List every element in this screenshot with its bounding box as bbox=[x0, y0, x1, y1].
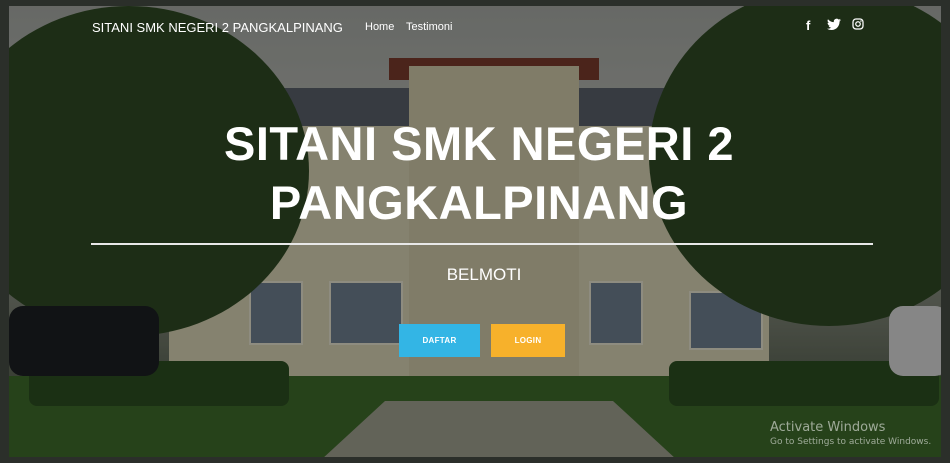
instagram-glyph bbox=[852, 18, 864, 30]
twitter-bird-glyph bbox=[827, 18, 841, 31]
navbar-brand[interactable]: SITANI SMK NEGERI 2 PANGKALPINANG bbox=[92, 20, 343, 35]
hero-title: SITANI SMK NEGERI 2 PANGKALPINANG bbox=[89, 114, 869, 232]
activate-windows-subtitle: Go to Settings to activate Windows. bbox=[770, 437, 932, 447]
hero-divider bbox=[91, 243, 873, 245]
activate-windows-title: Activate Windows bbox=[770, 420, 886, 435]
hero-title-line-1: SITANI SMK NEGERI 2 bbox=[223, 117, 735, 170]
facebook-icon[interactable]: f bbox=[806, 18, 810, 33]
nav-link-home[interactable]: Home bbox=[365, 21, 394, 33]
navbar: SITANI SMK NEGERI 2 PANGKALPINANG Home T… bbox=[9, 6, 941, 48]
nav-link-testimoni[interactable]: Testimoni bbox=[406, 21, 452, 33]
instagram-icon[interactable] bbox=[852, 18, 865, 31]
page-frame: SITANI SMK NEGERI 2 PANGKALPINANG Home T… bbox=[9, 6, 941, 457]
twitter-icon[interactable] bbox=[827, 18, 841, 32]
hero-subtitle: BELMOTI bbox=[446, 265, 522, 284]
login-button[interactable]: LOGIN bbox=[491, 324, 565, 357]
hero-title-line-2: PANGKALPINANG bbox=[269, 176, 689, 229]
daftar-button[interactable]: DAFTAR bbox=[399, 324, 480, 357]
